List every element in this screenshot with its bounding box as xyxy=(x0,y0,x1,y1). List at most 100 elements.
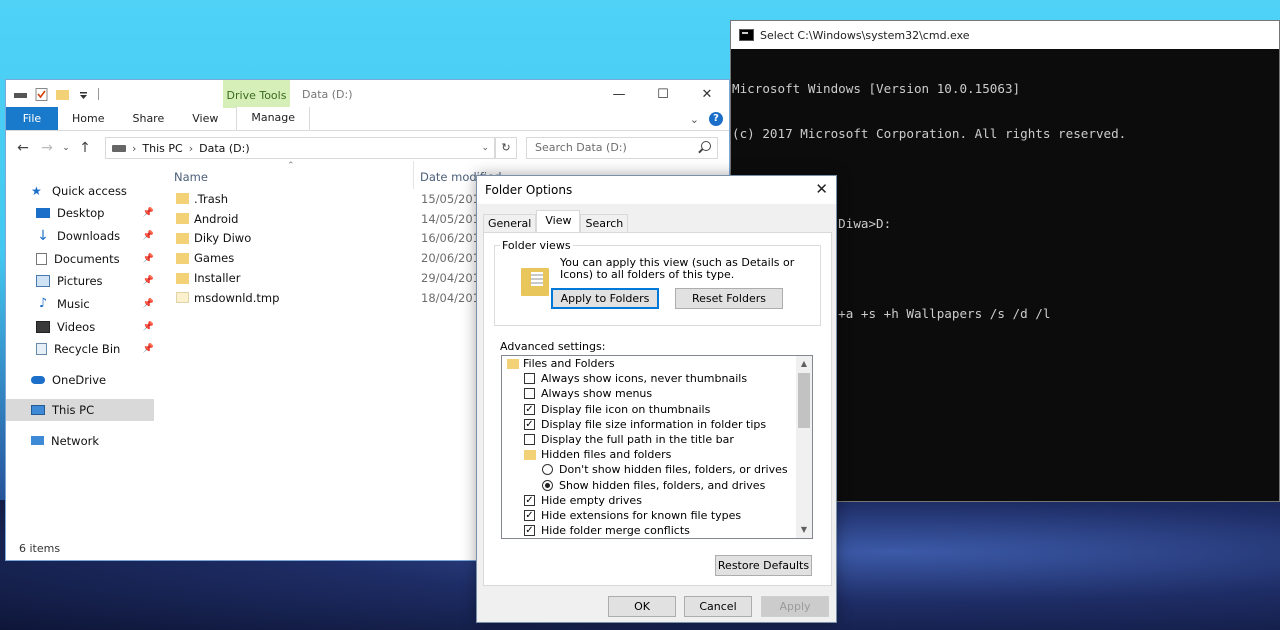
pin-icon[interactable]: 📌 xyxy=(143,208,154,218)
ok-button[interactable]: OK xyxy=(608,596,676,617)
tab-share[interactable]: Share xyxy=(118,108,178,130)
column-divider[interactable] xyxy=(413,161,414,189)
customize-toolbar-icon[interactable] xyxy=(77,88,90,101)
sidebar-item-label: This PC xyxy=(52,402,95,417)
pin-icon[interactable]: 📌 xyxy=(143,322,154,332)
setting-checkbox[interactable]: Always show icons, never thumbnails xyxy=(502,371,812,386)
scroll-down-icon[interactable]: ▼ xyxy=(796,522,812,538)
checkbox-unchecked[interactable] xyxy=(524,434,535,446)
sidebar-item-network[interactable]: Network xyxy=(6,429,156,452)
apply-button[interactable]: Apply xyxy=(761,596,829,617)
tab-search[interactable]: Search xyxy=(580,214,629,232)
apply-to-folders-button[interactable]: Apply to Folders xyxy=(551,288,659,309)
sidebar-item-music[interactable]: ♪ Music 📌 xyxy=(6,293,156,316)
maximize-button[interactable]: ☐ xyxy=(641,80,685,108)
checkbox-checked[interactable]: ✓ xyxy=(524,525,535,537)
breadcrumb-this-pc[interactable]: This PC xyxy=(142,142,182,155)
pin-icon[interactable]: 📌 xyxy=(143,231,154,241)
cmd-title-bar[interactable]: Select C:\Windows\system32\cmd.exe xyxy=(731,21,1279,49)
sort-caret-icon: ⌃ xyxy=(287,161,295,171)
radio-selected[interactable] xyxy=(542,479,553,491)
sidebar-item-pictures[interactable]: Pictures 📌 xyxy=(6,270,156,293)
checkbox-checked[interactable]: ✓ xyxy=(524,494,535,506)
setting-checkbox[interactable]: Always show menus xyxy=(502,386,812,401)
sidebar-item-downloads[interactable]: ↓ Downloads 📌 xyxy=(6,225,156,248)
address-bar[interactable]: › This PC › Data (D:) ⌄ xyxy=(105,137,495,159)
dialog-tabs: General View Search xyxy=(483,210,629,232)
minimize-button[interactable]: — xyxy=(597,80,641,108)
close-icon[interactable]: ✕ xyxy=(815,180,828,198)
sidebar-item-quick-access[interactable]: ★ Quick access xyxy=(6,180,156,202)
setting-label: Don't show hidden files, folders, or dri… xyxy=(559,463,788,477)
checkbox-unchecked[interactable] xyxy=(524,388,535,400)
setting-radio[interactable]: Don't show hidden files, folders, or dri… xyxy=(502,462,812,477)
tab-home[interactable]: Home xyxy=(58,108,118,130)
network-icon xyxy=(31,436,44,446)
column-name[interactable]: Name xyxy=(174,170,208,184)
cmd-line: (c) 2017 Microsoft Corporation. All righ… xyxy=(732,126,1127,141)
file-name: msdownld.tmp xyxy=(194,290,280,305)
pin-icon[interactable]: 📌 xyxy=(143,344,154,354)
checkbox-checked[interactable]: ✓ xyxy=(524,403,535,415)
setting-checkbox[interactable]: ✓ Display file size information in folde… xyxy=(502,417,812,432)
pin-icon[interactable]: 📌 xyxy=(143,254,154,264)
reset-folders-button[interactable]: Reset Folders xyxy=(675,288,783,309)
explorer-title-bar[interactable]: Drive Tools Data (D:) — ☐ ✕ xyxy=(6,80,729,108)
sidebar-item-label: OneDrive xyxy=(52,373,107,388)
up-icon[interactable]: ↑ xyxy=(73,140,97,156)
dialog-title-bar[interactable]: Folder Options ✕ xyxy=(477,176,836,204)
checkbox-checked[interactable]: ✓ xyxy=(524,418,535,430)
tree-folder-files-and-folders: Files and Folders xyxy=(502,356,812,371)
tab-view[interactable]: View xyxy=(178,108,232,130)
sidebar-item-onedrive[interactable]: OneDrive xyxy=(6,369,156,392)
folder-icon xyxy=(507,358,519,369)
restore-defaults-button[interactable]: Restore Defaults xyxy=(715,555,812,576)
new-folder-icon[interactable] xyxy=(56,88,69,101)
forward-icon[interactable]: → xyxy=(35,140,59,156)
setting-checkbox[interactable]: ✓ Hide empty drives xyxy=(502,493,812,508)
picture-icon xyxy=(36,275,50,288)
sidebar-item-recycle-bin[interactable]: Recycle Bin 📌 xyxy=(6,338,156,361)
drive-tools-contextual-tab[interactable]: Drive Tools xyxy=(223,80,290,108)
search-input[interactable]: Search Data (D:) xyxy=(526,137,718,159)
recent-locations-icon[interactable]: ⌄ xyxy=(59,143,73,153)
tab-manage[interactable]: Manage xyxy=(236,107,311,130)
radio-unselected[interactable] xyxy=(542,464,553,476)
folder-icon xyxy=(176,252,189,264)
tab-view[interactable]: View xyxy=(536,210,581,232)
sidebar-item-this-pc[interactable]: This PC xyxy=(6,398,154,422)
checkbox-unchecked[interactable] xyxy=(524,373,535,385)
breadcrumb-data-d[interactable]: Data (D:) xyxy=(199,142,250,155)
pin-icon[interactable]: 📌 xyxy=(143,299,154,309)
scroll-thumb[interactable] xyxy=(798,373,810,428)
help-icon[interactable]: ? xyxy=(709,112,723,126)
setting-checkbox[interactable]: Display the full path in the title bar xyxy=(502,432,812,447)
drive-icon[interactable] xyxy=(14,88,27,101)
address-dropdown-icon[interactable]: ⌄ xyxy=(481,143,489,153)
cancel-button[interactable]: Cancel xyxy=(684,596,752,617)
setting-checkbox[interactable]: ✓ Hide extensions for known file types xyxy=(502,508,812,523)
checkbox-checked[interactable]: ✓ xyxy=(524,509,535,521)
folder-options-dialog[interactable]: Folder Options ✕ General View Search Fol… xyxy=(476,175,837,623)
close-button[interactable]: ✕ xyxy=(685,80,729,108)
properties-icon[interactable] xyxy=(35,87,48,101)
back-icon[interactable]: ← xyxy=(11,140,35,156)
setting-radio[interactable]: Show hidden files, folders, and drives xyxy=(502,478,812,493)
expand-ribbon-icon[interactable]: ⌄ xyxy=(690,113,699,126)
setting-checkbox[interactable]: ✓ Display file icon on thumbnails xyxy=(502,402,812,417)
vertical-scrollbar[interactable]: ▲ ▼ xyxy=(796,356,812,538)
sidebar-item-documents[interactable]: Documents 📌 xyxy=(6,247,156,270)
tab-general[interactable]: General xyxy=(483,214,537,232)
refresh-button[interactable]: ↻ xyxy=(495,137,517,159)
quick-access-toolbar xyxy=(6,87,99,101)
sidebar-item-desktop[interactable]: Desktop 📌 xyxy=(6,202,156,225)
advanced-settings-list[interactable]: Files and Folders Always show icons, nev… xyxy=(501,355,813,539)
pin-icon[interactable]: 📌 xyxy=(143,276,154,286)
desktop-icon xyxy=(36,208,50,219)
console-icon xyxy=(739,29,754,41)
sidebar-item-videos[interactable]: Videos 📌 xyxy=(6,315,156,338)
tab-file[interactable]: File xyxy=(6,107,58,130)
setting-checkbox[interactable]: ✓ Hide folder merge conflicts xyxy=(502,523,812,538)
sidebar-item-label: Network xyxy=(51,433,100,448)
scroll-up-icon[interactable]: ▲ xyxy=(796,356,812,372)
